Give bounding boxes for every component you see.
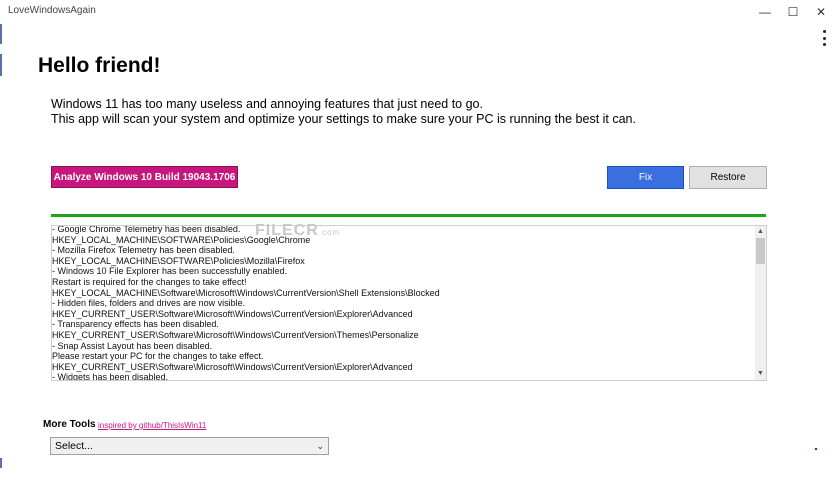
log-line: HKEY_LOCAL_MACHINE\Software\Microsoft\Wi… — [52, 287, 440, 298]
log-line: HKEY_LOCAL_MACHINE\SOFTWARE\Policies\Moz… — [52, 255, 305, 266]
progress-fill — [51, 214, 766, 217]
chevron-down-icon: ⌄ — [316, 441, 324, 451]
progress-bar — [51, 214, 766, 217]
log-line: Please restart your PC for the changes t… — [52, 351, 264, 362]
close-button[interactable]: ✕ — [808, 2, 834, 22]
intro-line: Windows 11 has too many useless and anno… — [51, 97, 483, 111]
more-options-icon[interactable] — [818, 28, 830, 48]
maximize-button[interactable]: ☐ — [780, 2, 806, 22]
log-lines: - Google Chrome Telemetry has been disab… — [52, 225, 754, 381]
log-line: HKEY_LOCAL_MACHINE\SOFTWARE\Policies\Goo… — [52, 234, 311, 245]
log-line: HKEY_CURRENT_USER\Software\Microsoft\Win… — [52, 308, 413, 319]
more-tools-label: More Tools — [43, 419, 96, 430]
log-line: - Mozilla Firefox Telemetry has been dis… — [52, 245, 235, 256]
log-line: - Widgets has been disabled. — [52, 372, 169, 381]
window-edge — [0, 458, 2, 468]
minimize-button[interactable]: — — [752, 2, 778, 22]
title-bar: LoveWindowsAgain — ☐ ✕ — [0, 0, 836, 24]
log-line: - Transparency effects has been disabled… — [52, 319, 219, 330]
indicator-dot — [815, 448, 817, 450]
log-line: HKEY_CURRENT_USER\Software\Microsoft\Win… — [52, 329, 419, 340]
watermark: FILECR.com — [255, 222, 340, 240]
select-value: Select... — [55, 440, 93, 452]
window-title: LoveWindowsAgain — [8, 5, 96, 16]
log-line: - Hidden files, folders and drives are n… — [52, 298, 246, 309]
more-tools-select[interactable]: Select... ⌄ — [50, 437, 329, 455]
fix-button[interactable]: Fix — [607, 166, 684, 189]
watermark-suffix: .com — [318, 228, 341, 237]
log-line: Restart is required for the changes to t… — [52, 276, 247, 287]
window-edge — [0, 54, 2, 76]
intro-text: Windows 11 has too many useless and anno… — [51, 97, 636, 127]
window-edge — [0, 24, 2, 44]
analyze-button[interactable]: Analyze Windows 10 Build 19043.1706 — [51, 166, 238, 188]
log-line: - Google Chrome Telemetry has been disab… — [52, 225, 241, 234]
scroll-up-icon[interactable]: ▲ — [755, 227, 766, 237]
watermark-text: FILECR — [255, 222, 319, 239]
inspired-link[interactable]: inspired by github/ThisIsWin11 — [98, 421, 206, 430]
log-scrollbar[interactable]: ▲ ▼ — [755, 226, 766, 380]
log-line: HKEY_CURRENT_USER\Software\Microsoft\Win… — [52, 361, 413, 372]
log-line: - Snap Assist Layout has been disabled. — [52, 340, 213, 351]
scroll-down-icon[interactable]: ▼ — [755, 369, 766, 379]
log-line: - Windows 10 File Explorer has been succ… — [52, 266, 288, 277]
intro-line: This app will scan your system and optim… — [51, 112, 636, 126]
log-output[interactable]: - Google Chrome Telemetry has been disab… — [51, 225, 767, 381]
scroll-thumb[interactable] — [756, 238, 765, 264]
restore-button[interactable]: Restore — [689, 166, 767, 189]
page-title: Hello friend! — [38, 54, 161, 77]
